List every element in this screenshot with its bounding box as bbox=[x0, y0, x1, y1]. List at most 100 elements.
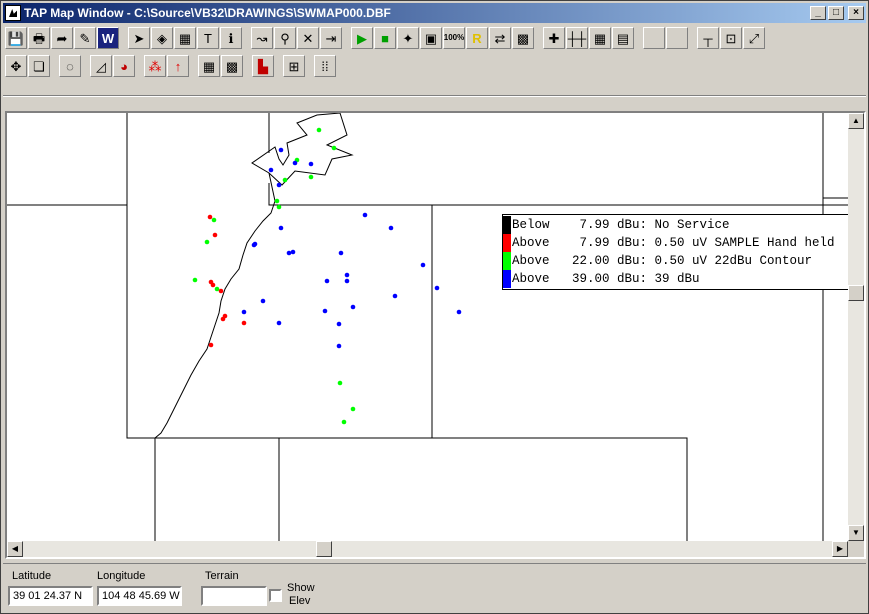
axis-icon[interactable]: ┬ bbox=[697, 27, 719, 49]
measurement-point bbox=[274, 198, 280, 204]
color-grid-icon[interactable]: ▩ bbox=[221, 55, 243, 77]
scroll-up-button[interactable]: ▲ bbox=[848, 113, 864, 129]
river-line bbox=[154, 172, 276, 439]
search-icon[interactable]: ⚲ bbox=[274, 27, 296, 49]
legend-swatch bbox=[503, 216, 511, 234]
edit-icon[interactable]: ✎ bbox=[74, 27, 96, 49]
grid-2-icon[interactable]: ▦ bbox=[198, 55, 220, 77]
latitude-field[interactable]: 39 01 24.37 N bbox=[8, 586, 93, 606]
measurement-point bbox=[278, 225, 284, 231]
longitude-field[interactable]: 104 48 45.69 W bbox=[97, 586, 182, 606]
histogram-icon[interactable]: ▙ bbox=[252, 55, 274, 77]
fill-icon[interactable]: ◈ bbox=[151, 27, 173, 49]
terrain-field[interactable] bbox=[201, 586, 267, 606]
horizontal-scrollbar[interactable]: ◀ ▶ bbox=[7, 541, 848, 557]
vertical-scroll-thumb[interactable] bbox=[848, 285, 864, 301]
profile-icon[interactable]: ◿ bbox=[90, 55, 112, 77]
network-icon[interactable]: ⊞ bbox=[283, 55, 305, 77]
show-elev-checkbox[interactable] bbox=[269, 589, 282, 602]
pie-icon[interactable]: ◕ bbox=[113, 55, 135, 77]
measurement-point bbox=[434, 285, 440, 291]
boundary-line bbox=[155, 437, 688, 541]
map-icon[interactable]: ▩ bbox=[512, 27, 534, 49]
swap-icon[interactable]: ⇄ bbox=[489, 27, 511, 49]
text-icon[interactable]: T bbox=[197, 27, 219, 49]
grid-icon[interactable]: ▦ bbox=[589, 27, 611, 49]
measurement-point bbox=[337, 380, 343, 386]
zoom-100-icon[interactable]: 100% bbox=[443, 27, 465, 49]
red-green-icon[interactable]: ▣ bbox=[420, 27, 442, 49]
measurement-point bbox=[322, 308, 328, 314]
blank-1-icon[interactable] bbox=[643, 27, 665, 49]
map-drawing[interactable] bbox=[7, 113, 848, 541]
toolbar-divider bbox=[3, 95, 866, 97]
layers-icon[interactable]: ▦ bbox=[174, 27, 196, 49]
expand-icon[interactable]: ⤢ bbox=[743, 27, 765, 49]
scroll-right-button[interactable]: ▶ bbox=[832, 541, 848, 557]
dots-grid-icon[interactable]: ⁞⁞ bbox=[314, 55, 336, 77]
measurement-point bbox=[214, 286, 220, 292]
pan-icon[interactable]: ✥ bbox=[5, 55, 27, 77]
delete-icon[interactable]: ✕ bbox=[297, 27, 319, 49]
measurement-point bbox=[350, 406, 356, 412]
arrow-up-icon[interactable]: ↑ bbox=[167, 55, 189, 77]
measurement-point bbox=[286, 250, 292, 256]
shape-icon[interactable]: ◌ bbox=[59, 55, 81, 77]
map-window: TAP Map Window - C:\Source\VB32\DRAWINGS… bbox=[0, 0, 869, 614]
measurement-point bbox=[344, 272, 350, 278]
measurement-point bbox=[276, 204, 282, 210]
measurement-point bbox=[308, 174, 314, 180]
w-icon[interactable]: W bbox=[97, 27, 119, 49]
show-elev-label-2: Elev bbox=[289, 595, 311, 607]
measurement-point bbox=[290, 249, 296, 255]
horizontal-scroll-thumb[interactable] bbox=[316, 541, 332, 557]
scroll-left-button[interactable]: ◀ bbox=[7, 541, 23, 557]
ruler-icon[interactable]: ┼┼ bbox=[566, 27, 588, 49]
pointer-icon[interactable]: ➤ bbox=[128, 27, 150, 49]
app-icon[interactable] bbox=[5, 5, 21, 21]
maximize-button[interactable]: □ bbox=[828, 6, 844, 20]
save-icon[interactable]: 💾 bbox=[5, 27, 27, 49]
info-icon[interactable]: ℹ bbox=[220, 27, 242, 49]
pin-icon[interactable]: ✦ bbox=[397, 27, 419, 49]
minimize-button[interactable]: _ bbox=[810, 6, 826, 20]
zoom-box-icon[interactable]: ⊡ bbox=[720, 27, 742, 49]
measurement-point bbox=[260, 298, 266, 304]
measurement-point bbox=[341, 419, 347, 425]
notes-icon[interactable]: ▤ bbox=[612, 27, 634, 49]
export-icon[interactable]: ➦ bbox=[51, 27, 73, 49]
legend-text: Above 7.99 dBu: 0.50 uV SAMPLE Hand held bbox=[512, 236, 835, 250]
points-icon[interactable]: ⁂ bbox=[144, 55, 166, 77]
measurement-point bbox=[420, 262, 426, 268]
measurement-point bbox=[220, 316, 226, 322]
map-canvas[interactable]: Below 7.99 dBu: No Service Above 7.99 dB… bbox=[5, 111, 866, 559]
close-button[interactable]: × bbox=[848, 6, 864, 20]
legend-swatch bbox=[503, 252, 511, 270]
scroll-down-button[interactable]: ▼ bbox=[848, 525, 864, 541]
overlay-icon[interactable]: ❏ bbox=[28, 55, 50, 77]
state-border-line bbox=[251, 113, 354, 186]
route-icon[interactable]: ↝ bbox=[251, 27, 273, 49]
boundary-line bbox=[268, 183, 432, 206]
measurement-point bbox=[362, 212, 368, 218]
legend-text: Above 22.00 dBu: 0.50 uV 22dBu Contour bbox=[512, 254, 813, 268]
r-icon[interactable]: R bbox=[466, 27, 488, 49]
print-icon[interactable]: 🖶 bbox=[28, 27, 50, 49]
scroll-corner bbox=[848, 541, 864, 557]
legend-swatch bbox=[503, 234, 511, 252]
status-bar: Latitude 39 01 24.37 N Longitude 104 48 … bbox=[3, 563, 866, 611]
green-2-icon[interactable]: ■ bbox=[374, 27, 396, 49]
legend-text: Below 7.99 dBu: No Service bbox=[512, 218, 730, 232]
blank-2-icon[interactable] bbox=[666, 27, 688, 49]
measurement-point bbox=[192, 277, 198, 283]
green-1-icon[interactable]: ▶ bbox=[351, 27, 373, 49]
crosshair-icon[interactable]: ✚ bbox=[543, 27, 565, 49]
vertical-scrollbar[interactable]: ▲ ▼ bbox=[848, 113, 864, 541]
exit-icon[interactable]: ⇥ bbox=[320, 27, 342, 49]
measurement-point bbox=[336, 343, 342, 349]
legend-text: Above 39.00 dBu: 39 dBu bbox=[512, 272, 700, 286]
title-bar[interactable]: TAP Map Window - C:\Source\VB32\DRAWINGS… bbox=[3, 3, 866, 23]
measurement-point bbox=[292, 160, 298, 166]
measurement-point bbox=[212, 232, 218, 238]
legend-row: Above 39.00 dBu: 39 dBu bbox=[503, 270, 853, 288]
